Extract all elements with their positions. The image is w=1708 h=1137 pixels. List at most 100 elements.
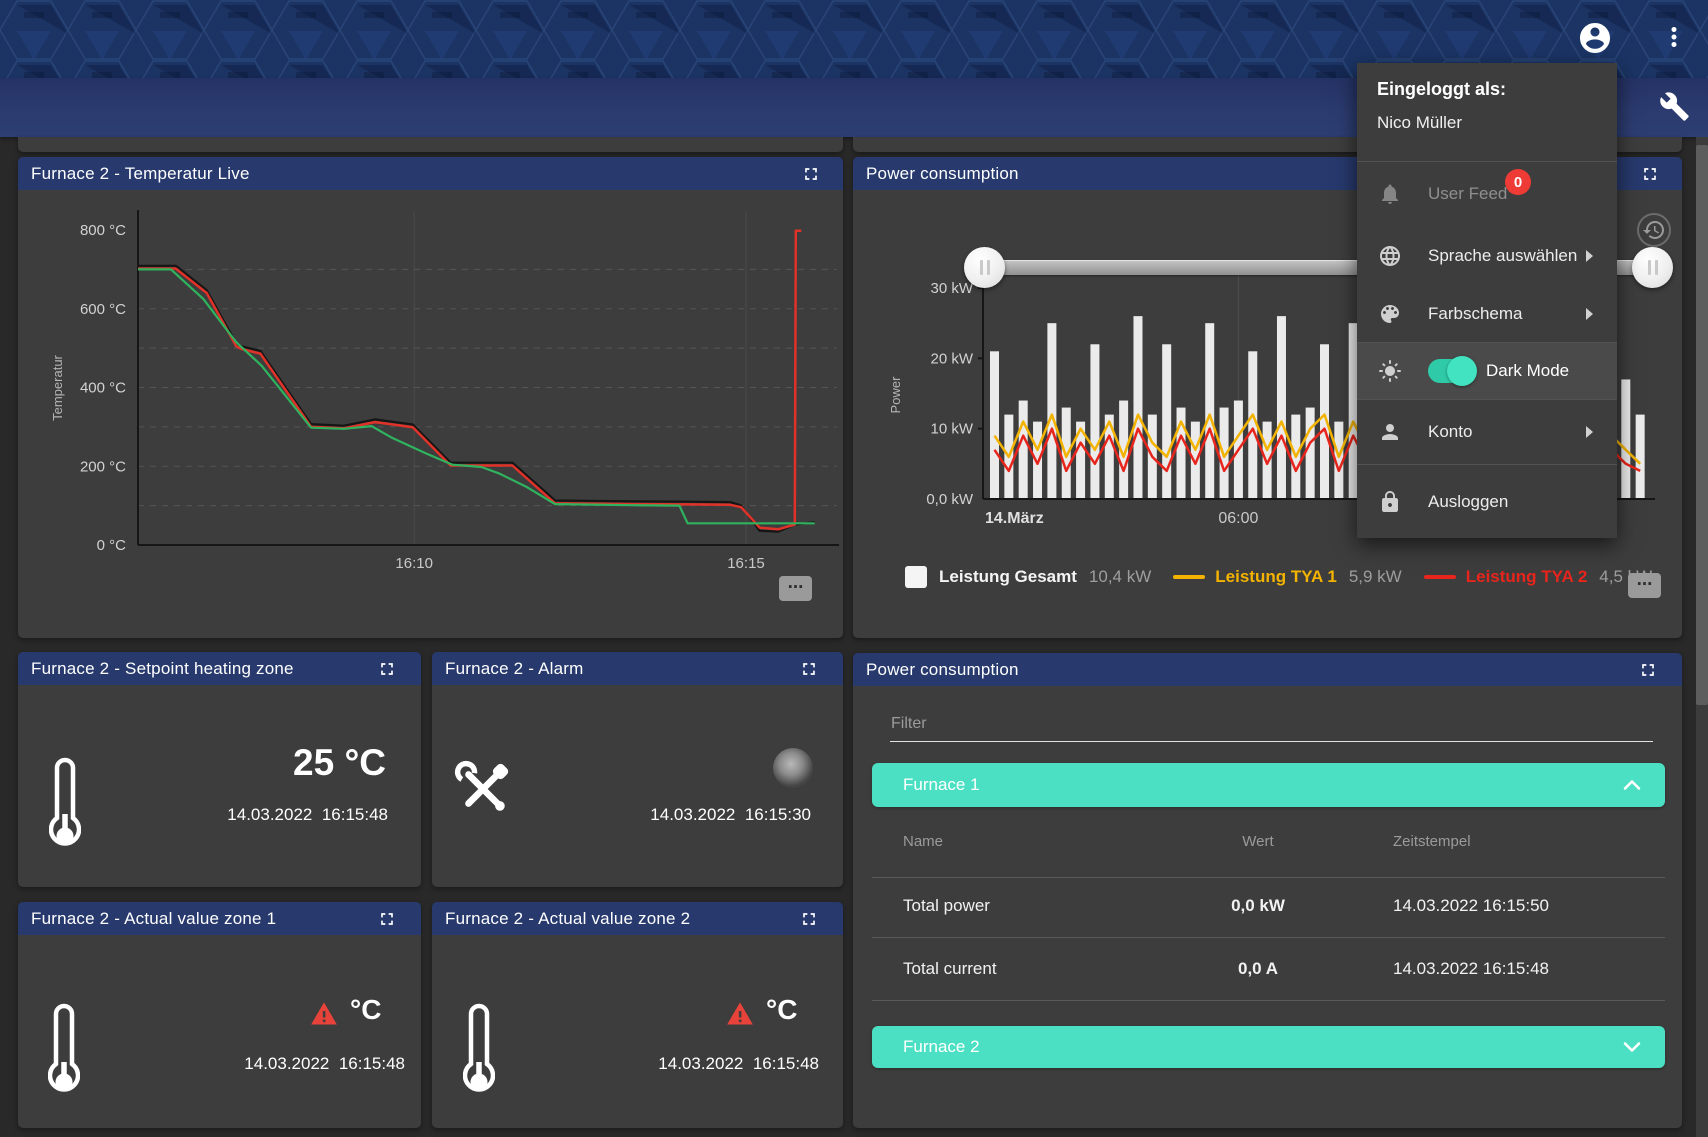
menu-item-user-feed[interactable]: User Feed 0 [1357,162,1617,226]
column-header-wert: Wert [1183,833,1333,850]
thermometer-icon [49,756,81,856]
wrench-icon[interactable] [1659,91,1690,122]
svg-text:800 °C: 800 °C [80,222,126,239]
scrollbar-thumb[interactable] [1696,145,1708,705]
tools-icon [454,760,512,818]
card-title: Furnace 2 - Temperatur Live [18,164,250,184]
card-zone1-titlebar: Furnace 2 - Actual value zone 1 [18,902,421,935]
legend-swatch-gesamt[interactable] [905,566,927,588]
card-actual-value-zone2: Furnace 2 - Actual value zone 2 °C 14.03… [432,902,843,1128]
legend-swatch-tya1[interactable] [1173,575,1205,579]
svg-text:Power: Power [888,376,903,414]
globe-icon [1378,244,1402,268]
menu-item-language[interactable]: Sprache auswählen [1357,226,1617,286]
menu-item-label: Sprache auswählen [1428,246,1577,266]
card-zone2-titlebar: Furnace 2 - Actual value zone 2 [432,902,843,935]
card-temperature-live: Furnace 2 - Temperatur Live 800 °C 600 °C… [18,157,843,638]
bell-icon [1378,182,1402,206]
filter-field-wrap [890,711,1651,742]
fullscreen-icon[interactable] [377,659,397,679]
svg-text:10 kW: 10 kW [930,421,973,438]
lock-icon [1378,490,1402,514]
user-dropdown-menu: Eingeloggt als: Nico Müller User Feed 0 … [1357,63,1617,538]
more-options-button[interactable]: ... [1628,573,1661,598]
section-name: Furnace 2 [872,1037,980,1057]
menu-item-logout[interactable]: Ausloggen [1357,465,1617,538]
fullscreen-icon[interactable] [1638,660,1658,680]
legend-label[interactable]: Leistung TYA 2 [1466,567,1588,587]
account-icon[interactable] [1577,20,1613,56]
submenu-arrow-icon [1586,426,1593,438]
chevron-down-icon [1623,1042,1641,1053]
card-alarm: Furnace 2 - Alarm 14.03.2022 16:15:30 [432,652,843,887]
timestamp: 14.03.2022 16:15:48 [244,1054,405,1074]
card-power-table-titlebar: Power consumption [853,653,1682,686]
fullscreen-icon[interactable] [799,659,819,679]
menu-item-account[interactable]: Konto [1357,400,1617,464]
legend-label[interactable]: Leistung Gesamt [939,567,1077,587]
partial-card-above-left [18,137,843,152]
logged-in-label: Eingeloggt als: [1377,79,1617,100]
menu-item-label: Konto [1428,422,1472,442]
submenu-arrow-icon [1586,250,1593,262]
filter-input[interactable] [890,711,1653,742]
svg-text:600 °C: 600 °C [80,301,126,318]
row-name: Total current [903,959,997,979]
svg-text:06:00: 06:00 [1218,510,1258,527]
card-alarm-titlebar: Furnace 2 - Alarm [432,652,843,685]
legend-swatch-tya2[interactable] [1424,575,1456,579]
card-title: Power consumption [853,660,1019,680]
svg-text:14.März: 14.März [985,510,1044,527]
dark-mode-toggle[interactable] [1428,359,1474,383]
user-name: Nico Müller [1377,113,1617,133]
svg-text:0,0 kW: 0,0 kW [926,491,974,508]
more-options-button[interactable]: ... [779,576,812,601]
history-icon[interactable] [1637,213,1671,247]
menu-item-dark-mode[interactable]: Dark Mode [1357,343,1617,399]
brightness-icon [1378,359,1402,383]
timestamp: 14.03.2022 16:15:30 [650,805,811,825]
slider-handle-left[interactable] [964,247,1005,288]
card-title: Power consumption [853,164,1019,184]
row-value: 0,0 A [1183,959,1333,979]
submenu-arrow-icon [1586,308,1593,320]
fullscreen-icon[interactable] [1640,164,1660,184]
zone-unit: °C [766,994,797,1026]
thermometer-icon [48,1002,80,1102]
menu-item-label: Ausloggen [1428,492,1508,512]
palette-icon [1378,302,1402,326]
warning-icon [310,1000,338,1028]
card-setpoint-titlebar: Furnace 2 - Setpoint heating zone [18,652,421,685]
menu-header: Eingeloggt als: Nico Müller [1357,63,1617,162]
fullscreen-icon[interactable] [801,164,821,184]
row-divider [872,877,1665,878]
fullscreen-icon[interactable] [799,909,819,929]
card-title: Furnace 2 - Actual value zone 2 [432,909,690,929]
chart-legend: Leistung Gesamt 10,4 kW Leistung TYA 1 5… [905,562,1652,592]
legend-value: 5,9 kW [1349,567,1402,587]
card-actual-value-zone1: Furnace 2 - Actual value zone 1 °C 14.03… [18,902,421,1128]
menu-item-colorscheme[interactable]: Farbschema [1357,286,1617,342]
card-title: Furnace 2 - Setpoint heating zone [18,659,294,679]
svg-text:20 kW: 20 kW [930,350,973,367]
notification-badge: 0 [1505,169,1531,195]
card-title: Furnace 2 - Actual value zone 1 [18,909,276,929]
timestamp: 14.03.2022 16:15:48 [227,805,388,825]
svg-text:0 °C: 0 °C [97,537,127,554]
warning-icon [726,1000,754,1028]
card-temperature-live-titlebar: Furnace 2 - Temperatur Live [18,157,843,190]
slider-handle-right[interactable] [1632,247,1673,288]
dashboard-root: { "ui": { "more_label": "..." }, "user_m… [0,0,1708,1137]
card-title: Furnace 2 - Alarm [432,659,584,679]
timestamp: 14.03.2022 16:15:48 [658,1054,819,1074]
legend-label[interactable]: Leistung TYA 1 [1215,567,1337,587]
row-name: Total power [903,896,990,916]
kebab-menu-icon[interactable] [1659,22,1689,52]
row-divider [872,1000,1665,1001]
fullscreen-icon[interactable] [377,909,397,929]
temperature-chart[interactable]: 800 °C600 °C400 °C200 °C0 °C16:1016:15Te… [18,190,843,638]
section-furnace1-header[interactable]: Furnace 1 [872,763,1665,807]
section-furnace2-header[interactable]: Furnace 2 [872,1026,1665,1068]
svg-text:400 °C: 400 °C [80,380,126,397]
thermometer-icon [463,1002,495,1102]
